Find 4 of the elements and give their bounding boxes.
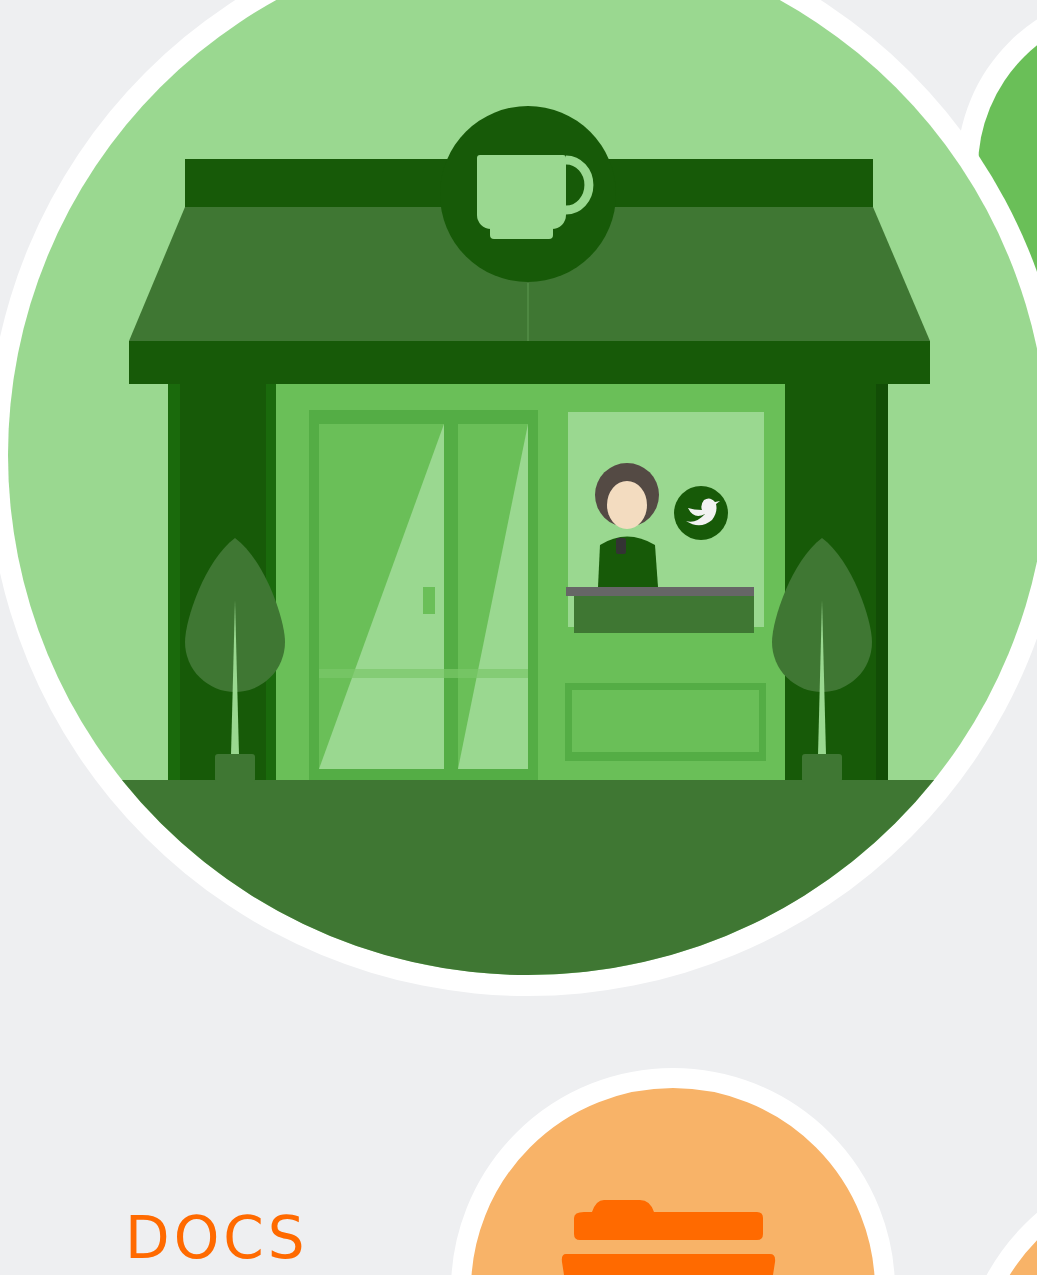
folder-icon	[561, 1200, 776, 1275]
docs-heading: DOCS	[124, 1209, 310, 1274]
bird-speech-bubble-icon	[674, 486, 728, 540]
cup-sign-icon	[440, 106, 616, 282]
